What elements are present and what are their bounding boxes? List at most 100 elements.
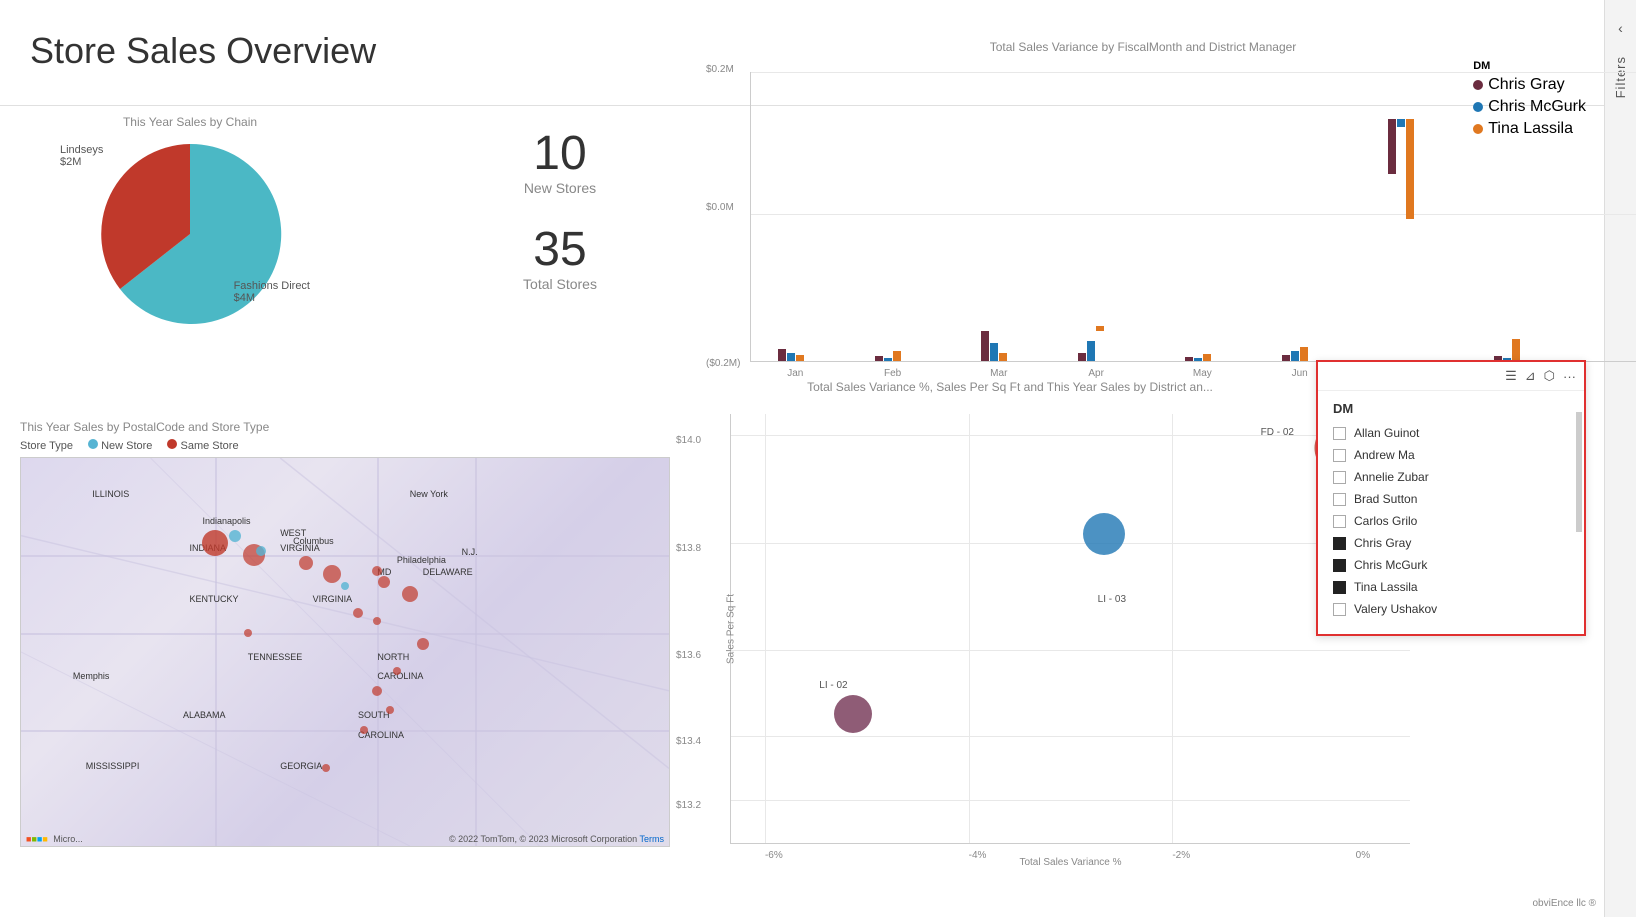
map-copyright: © 2022 TomTom, © 2023 Microsoft Corporat… — [449, 834, 664, 844]
pie-linds-annotation: Lindseys $2M — [60, 144, 103, 168]
scatter-v-grid-2 — [969, 414, 970, 843]
y-label-02: $0.2M — [706, 64, 734, 75]
filter-item-8: Valery Ushakov — [1333, 602, 1569, 616]
x-label-apr: Apr — [1088, 368, 1104, 379]
same-store-dot — [167, 439, 177, 449]
filter-popup-header: ☰ ⊿ ⬡ ··· — [1318, 362, 1584, 391]
bar-mar-mcgurk — [990, 343, 998, 361]
filter-item-0: Allan Guinot — [1333, 426, 1569, 440]
map-label-alabama: ALABAMA — [183, 710, 226, 720]
bar-group-feb — [875, 351, 901, 361]
map-dot-15 — [244, 629, 252, 637]
map-section: This Year Sales by PostalCode and Store … — [20, 420, 670, 910]
pie-fashions-annotation: Fashions Direct $4M — [234, 280, 310, 304]
ms-label: Micro... — [53, 834, 83, 844]
new-stores-label: New Stores — [470, 180, 650, 196]
bar-jun-gray — [1282, 355, 1290, 361]
bar-jun-lassila — [1300, 347, 1308, 361]
bar-jan-lassila — [796, 355, 804, 361]
filter-scrollbar[interactable] — [1576, 412, 1582, 532]
map-label-westvirginia2: VIRGINIA — [280, 543, 320, 553]
map-dot-new-1 — [229, 530, 241, 542]
filter-popup-more-icon[interactable]: ··· — [1563, 369, 1576, 384]
filter-label-0: Allan Guinot — [1354, 426, 1419, 440]
map-section-title: This Year Sales by PostalCode and Store … — [20, 420, 670, 434]
scatter-section: Total Sales Variance %, Sales Per Sq Ft … — [670, 380, 1350, 880]
map-label-indianapolis: Indianapolis — [202, 516, 250, 526]
x-label-jan: Jan — [787, 368, 803, 379]
filter-popup-lines-icon[interactable]: ☰ — [1505, 368, 1517, 384]
map-dot-2 — [299, 556, 313, 570]
pie-chart: Lindseys $2M Fashions Direct $4M — [90, 134, 290, 334]
page-title: Store Sales Overview — [30, 30, 376, 72]
checkbox-8[interactable] — [1333, 603, 1346, 616]
scatter-v-grid-1 — [765, 414, 766, 843]
bar-jul-mcgurk-neg — [1397, 119, 1405, 127]
checkbox-6[interactable] — [1333, 559, 1346, 572]
filter-popup-expand-icon[interactable]: ⬡ — [1544, 368, 1555, 384]
filter-label-6: Chris McGurk — [1354, 558, 1427, 572]
checkbox-5[interactable] — [1333, 537, 1346, 550]
new-store-dot — [88, 439, 98, 449]
map-dot-4 — [372, 566, 382, 576]
y-label-134: $13.4 — [676, 736, 701, 747]
map-dot-7 — [353, 608, 363, 618]
filter-label-5: Chris Gray — [1354, 536, 1411, 550]
bar-feb-gray — [875, 356, 883, 361]
bar-apr-lassila — [1096, 326, 1104, 331]
scatter-grid-4 — [731, 736, 1410, 737]
bottom-copyright: obviEnce llc ® — [1532, 898, 1596, 909]
map-label-westvirginia: WEST — [280, 528, 306, 538]
map-dot-14 — [322, 764, 330, 772]
checkbox-0[interactable] — [1333, 427, 1346, 440]
filter-dm-title: DM — [1333, 401, 1569, 416]
stores-section: 10 New Stores 35 Total Stores — [470, 130, 650, 322]
map-dot-11 — [372, 686, 382, 696]
grid-line-mid — [751, 214, 1636, 215]
bar-group-jan — [778, 349, 804, 361]
map-dot-13 — [360, 726, 368, 734]
scatter-y-axis-label: Sales Per Sq Ft — [726, 593, 737, 663]
scatter-chart-title: Total Sales Variance %, Sales Per Sq Ft … — [670, 380, 1350, 394]
scatter-grid-5 — [731, 800, 1410, 801]
y-label-14: $14.0 — [676, 435, 701, 446]
checkbox-1[interactable] — [1333, 449, 1346, 462]
checkbox-4[interactable] — [1333, 515, 1346, 528]
x-label-feb: Feb — [884, 368, 901, 379]
bar-jan-gray — [778, 349, 786, 361]
map-dot-5 — [378, 576, 390, 588]
x-label-may: May — [1193, 368, 1212, 379]
y-label-138: $13.8 — [676, 543, 701, 554]
bar-may-gray — [1185, 357, 1193, 361]
bar-jul-gray-neg — [1388, 119, 1396, 174]
total-stores-label: Total Stores — [470, 276, 650, 292]
bar-chart-section: Total Sales Variance by FiscalMonth and … — [700, 40, 1586, 385]
bar-chart-title: Total Sales Variance by FiscalMonth and … — [700, 40, 1586, 54]
checkbox-2[interactable] — [1333, 471, 1346, 484]
map-dot-10 — [393, 667, 401, 675]
collapse-arrow-icon[interactable]: ‹ — [1618, 20, 1623, 36]
scatter-label-li03: LI - 03 — [1098, 594, 1126, 605]
map-label-memphis: Memphis — [73, 671, 110, 681]
map-container: ILLINOIS Indianapolis New York Columbus … — [20, 457, 670, 847]
checkbox-7[interactable] — [1333, 581, 1346, 594]
pie-chart-title: This Year Sales by Chain — [20, 115, 360, 129]
y-label-neg02: ($0.2M) — [706, 358, 740, 369]
map-label-kentucky: KENTUCKY — [189, 594, 238, 604]
filter-popup-filter-icon[interactable]: ⊿ — [1525, 368, 1536, 384]
x-label-neg2: -2% — [1172, 850, 1190, 861]
pie-chart-section: This Year Sales by Chain Lindseys $2M Fa… — [20, 115, 360, 385]
legend-title: DM — [1473, 60, 1586, 72]
scatter-label-fd02: FD - 02 — [1261, 427, 1294, 438]
map-terms-link[interactable]: Terms — [640, 834, 665, 844]
bar-chart-area: $0.2M $0.0M ($0.2M) Jan Feb Mar — [750, 72, 1636, 362]
scatter-grid-1 — [731, 435, 1410, 436]
map-label-illinois: ILLINOIS — [92, 489, 129, 499]
y-label-00: $0.0M — [706, 202, 734, 213]
x-label-neg4: -4% — [969, 850, 987, 861]
scatter-grid-3 — [731, 650, 1410, 651]
bar-feb-mcgurk — [884, 358, 892, 361]
ms-logo: ■■■■ Micro... — [26, 834, 83, 844]
checkbox-3[interactable] — [1333, 493, 1346, 506]
filter-item-5: Chris Gray — [1333, 536, 1569, 550]
